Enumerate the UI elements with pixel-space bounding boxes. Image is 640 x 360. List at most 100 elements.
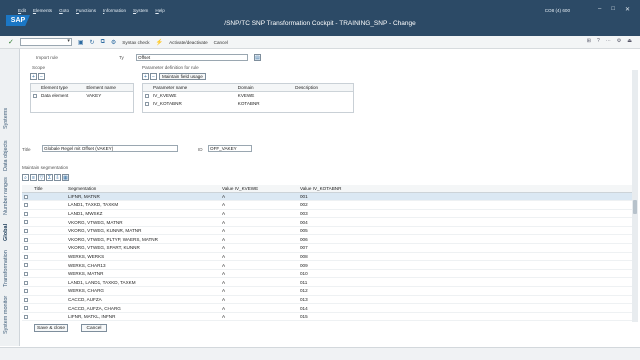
- command-field[interactable]: [19, 38, 72, 46]
- row-checkbox[interactable]: [24, 314, 28, 319]
- cell-value-kotabnr[interactable]: 007: [298, 243, 632, 253]
- row-checkbox[interactable]: [33, 93, 37, 98]
- table-row[interactable]: LAND1, TAXKD, TAXKM A 002: [22, 200, 632, 210]
- table-row[interactable]: CACCD, AUFZA A 013: [22, 295, 632, 305]
- sum-icon[interactable]: Σ: [46, 174, 53, 181]
- cell-description[interactable]: [293, 91, 353, 100]
- cell-segmentation[interactable]: LAND1, LAND1, TAXKD, TAXKM: [66, 277, 220, 288]
- cell-value-kvewe[interactable]: A: [220, 269, 298, 279]
- cell-segmentation[interactable]: LIFNR, MATKL, INFNR: [66, 312, 220, 322]
- cell-element-type[interactable]: Data element: [39, 91, 84, 100]
- cell-value-kvewe[interactable]: A: [220, 303, 298, 313]
- cell-value-kotabnr[interactable]: 006: [298, 234, 632, 245]
- row-checkbox[interactable]: [24, 203, 28, 208]
- cell-value-kvewe[interactable]: A: [220, 277, 298, 288]
- cell-value-kvewe[interactable]: A: [220, 226, 298, 236]
- cell-value-kvewe[interactable]: A: [220, 234, 298, 245]
- row-checkbox[interactable]: [24, 254, 28, 259]
- cell-value-kvewe[interactable]: A: [220, 312, 298, 322]
- copy-icon[interactable]: ⧉: [101, 39, 105, 46]
- cell-value-kotabnr[interactable]: 010: [298, 269, 632, 279]
- vertical-scrollbar[interactable]: [632, 70, 638, 322]
- cell-segmentation[interactable]: CACCD, AUFZA: [66, 295, 220, 305]
- activate-icon[interactable]: ⚡: [156, 39, 163, 46]
- cell-value-kvewe[interactable]: A: [220, 209, 298, 219]
- menu-system[interactable]: System: [133, 8, 148, 13]
- table-row[interactable]: VKORG, VTWEG, MATNR A 004: [22, 217, 632, 227]
- cell-title[interactable]: [32, 200, 66, 210]
- cell-value-kvewe[interactable]: A: [220, 295, 298, 305]
- row-checkbox[interactable]: [24, 220, 28, 225]
- syntax-check-button[interactable]: Syntax check: [122, 40, 149, 45]
- tab-data-objects[interactable]: Data objects: [3, 140, 9, 171]
- row-checkbox[interactable]: [24, 228, 28, 233]
- type-select[interactable]: Offset: [136, 54, 248, 61]
- exit-icon[interactable]: ⏏: [627, 38, 632, 44]
- menu-elements[interactable]: Elements: [33, 8, 52, 13]
- cell-title[interactable]: [32, 192, 66, 202]
- cell-value-kotabnr[interactable]: 002: [298, 200, 632, 210]
- cell-value-kotabnr[interactable]: 003: [298, 209, 632, 219]
- row-checkbox[interactable]: [24, 297, 28, 302]
- syntax-check-icon[interactable]: ⚙: [111, 39, 116, 46]
- menu-information[interactable]: Information: [103, 8, 126, 13]
- table-row[interactable]: IV_KVEWE KVEWE: [143, 91, 353, 100]
- tab-number-ranges[interactable]: Number ranges: [3, 177, 9, 215]
- table-row[interactable]: LIFNR, MATNR A 001: [22, 192, 632, 202]
- cell-title[interactable]: [32, 260, 66, 270]
- help-icon[interactable]: ?: [597, 38, 600, 44]
- enter-check-icon[interactable]: ✓: [8, 38, 14, 46]
- cell-segmentation[interactable]: VKORG, VTWEG, PLTYP, WAERS, MATNR: [66, 234, 220, 245]
- cell-title[interactable]: [32, 252, 66, 262]
- close-icon[interactable]: ✕: [625, 6, 630, 13]
- cancel-toolbar-button[interactable]: Cancel: [214, 40, 228, 45]
- cell-title[interactable]: [32, 269, 66, 279]
- cell-segmentation[interactable]: LAND1, TAXKD, TAXKM: [66, 200, 220, 210]
- table-row[interactable]: LIFNR, MATKL, INFNR A 015: [22, 312, 632, 322]
- table-row[interactable]: WERKS, CHARG A 012: [22, 286, 632, 296]
- cell-segmentation[interactable]: LAND1, MWSKZ: [66, 209, 220, 219]
- row-checkbox[interactable]: [145, 102, 149, 107]
- cell-segmentation[interactable]: CACCD, AUFZA, CHARG: [66, 303, 220, 313]
- cell-value-kotabnr[interactable]: 008: [298, 252, 632, 262]
- cell-title[interactable]: [32, 243, 66, 253]
- table-row[interactable]: LAND1, LAND1, TAXKD, TAXKM A 011: [22, 277, 632, 288]
- table-row[interactable]: Data element VAKEY: [31, 91, 133, 100]
- cell-value-kvewe[interactable]: A: [220, 243, 298, 253]
- cell-value-kvewe[interactable]: A: [220, 286, 298, 296]
- table-row[interactable]: IV_KOTABNR KOTABNR: [143, 100, 353, 109]
- maintain-field-usage-button[interactable]: Maintain field usage: [159, 73, 206, 80]
- cancel-button[interactable]: Cancel: [81, 324, 107, 332]
- cell-segmentation[interactable]: WERKS, WERKS: [66, 252, 220, 262]
- cell-value-kotabnr[interactable]: 012: [298, 286, 632, 296]
- menu-edit[interactable]: Edit: [18, 8, 26, 13]
- tab-global[interactable]: Global: [3, 224, 9, 241]
- row-checkbox[interactable]: [24, 280, 28, 285]
- cell-domain[interactable]: KOTABNR: [236, 100, 293, 109]
- refresh-icon[interactable]: ↻: [90, 39, 95, 46]
- maximize-icon[interactable]: □: [611, 6, 615, 13]
- zoom-icon[interactable]: ⌕: [22, 174, 29, 181]
- param-remove-icon[interactable]: −: [150, 73, 157, 80]
- row-checkbox[interactable]: [24, 271, 28, 276]
- more-icon[interactable]: ⋯: [606, 38, 611, 44]
- cell-value-kvewe[interactable]: A: [220, 192, 298, 202]
- save-icon[interactable]: ▣: [78, 39, 84, 46]
- tab-transformation[interactable]: Transformation: [3, 250, 9, 287]
- row-checkbox[interactable]: [24, 211, 28, 216]
- title-input[interactable]: Globale Regel mit Offset (VAKEY): [42, 145, 178, 152]
- layout-icon[interactable]: ⊞: [587, 38, 591, 44]
- cell-value-kvewe[interactable]: A: [220, 260, 298, 270]
- cell-element-name[interactable]: VAKEY: [84, 91, 133, 100]
- table-row[interactable]: LAND1, MWSKZ A 003: [22, 209, 632, 219]
- cell-title[interactable]: [32, 312, 66, 322]
- cell-value-kvewe[interactable]: A: [220, 252, 298, 262]
- table-row[interactable]: CACCD, AUFZA, CHARG A 014: [22, 303, 632, 313]
- cell-value-kotabnr[interactable]: 009: [298, 260, 632, 270]
- cell-value-kvewe[interactable]: A: [220, 217, 298, 227]
- activate-button[interactable]: Activate/deactivate: [169, 40, 208, 45]
- cell-segmentation[interactable]: VKORG, VTWEG, KUNNR, MATNR: [66, 226, 220, 236]
- tab-system-monitor[interactable]: System monitor: [3, 296, 9, 334]
- tab-systems[interactable]: Systems: [3, 108, 9, 129]
- export-icon[interactable]: ⇩: [54, 174, 61, 181]
